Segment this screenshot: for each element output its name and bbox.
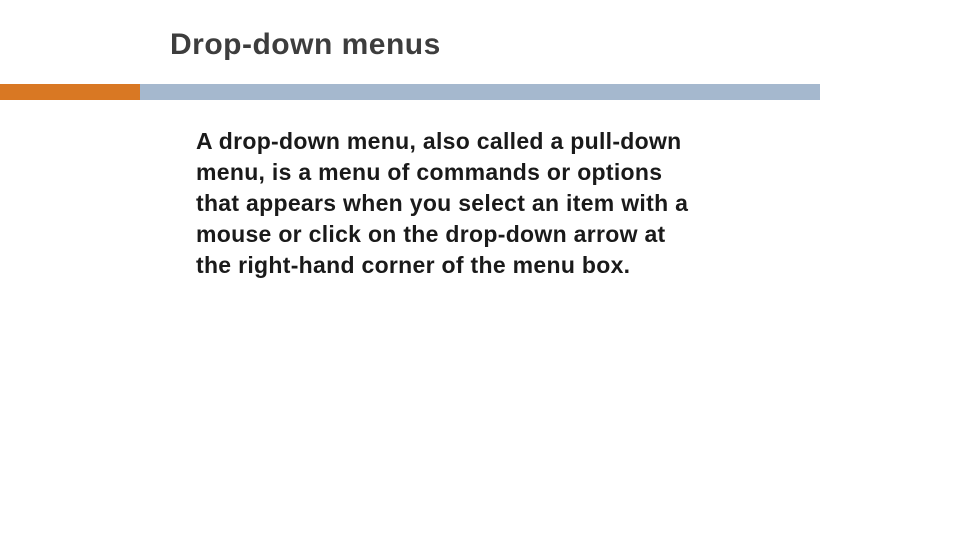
slide-body: A drop-down menu, also called a pull-dow… <box>0 126 960 281</box>
divider-accent <box>0 84 140 100</box>
divider <box>0 84 820 100</box>
slide-title: Drop-down menus <box>0 28 960 62</box>
slide: Drop-down menus A drop-down menu, also c… <box>0 0 960 540</box>
divider-bar <box>140 84 820 100</box>
